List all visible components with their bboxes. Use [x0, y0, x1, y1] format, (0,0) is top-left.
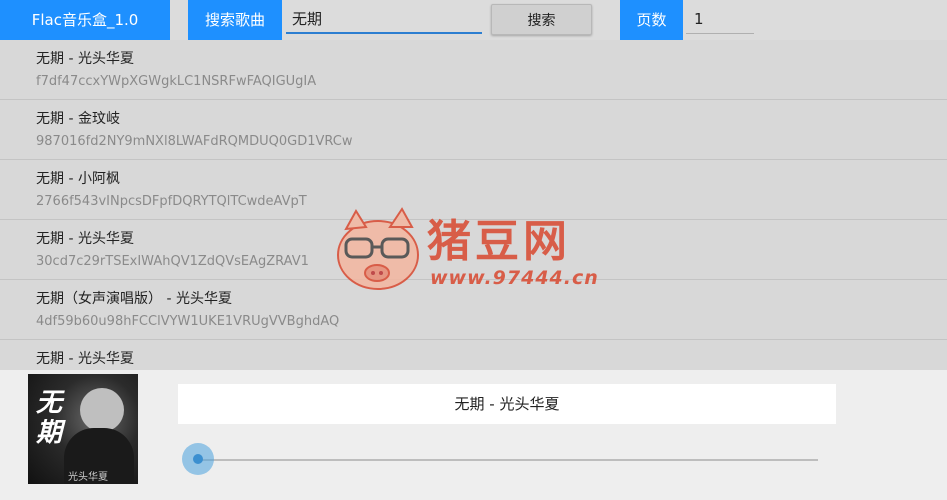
search-input[interactable] — [286, 4, 482, 34]
album-cover[interactable]: 无期 光头华夏 — [28, 374, 138, 484]
watermark-url: www.97444.cn — [430, 267, 599, 289]
app-title: Flac音乐盒_1.0 — [0, 0, 170, 40]
pig-mascot-icon — [337, 207, 419, 290]
watermark-logo: 猪豆网 www.97444.cn — [332, 205, 622, 301]
page-label: 页数 — [620, 0, 683, 40]
cover-title: 无期 — [36, 388, 63, 448]
top-bar: Flac音乐盒_1.0 搜索歌曲 搜索 页数 — [0, 0, 947, 40]
progress-track[interactable] — [198, 459, 818, 461]
song-id: 30cd7c29rTSExIWAhQV1ZdQVsEAgZRAV1 — [36, 254, 309, 269]
list-item[interactable]: 无期 - 光头华夏 f7df47ccxYWpXGWgkLC1NSRFwFAQIG… — [0, 40, 947, 100]
song-title: 无期 - 小阿枫 — [36, 171, 120, 187]
player-bar: 无期 光头华夏 无期 - 光头华夏 — [0, 370, 947, 500]
now-playing-title: 无期 - 光头华夏 — [178, 384, 836, 424]
list-item[interactable]: 无期 - 金玟岐 987016fd2NY9mNXl8LWAFdRQMDUQ0GD… — [0, 100, 947, 160]
page-input[interactable] — [686, 4, 754, 34]
search-label: 搜索歌曲 — [188, 0, 282, 40]
cover-artist: 光头华夏 — [68, 472, 108, 483]
search-button[interactable]: 搜索 — [491, 4, 592, 35]
song-title: 无期 - 光头华夏 — [36, 51, 134, 67]
song-title: 无期 - 光头华夏 — [36, 231, 134, 247]
song-id: 2766f543vINpcsDFpfDQRYTQlTCwdeAVpT — [36, 194, 307, 209]
song-title: 无期 - 金玟岐 — [36, 111, 120, 127]
progress-thumb[interactable] — [182, 443, 214, 475]
song-title: 无期（女声演唱版） - 光头华夏 — [36, 291, 232, 307]
list-item[interactable]: 无期 - 光头华夏 — [0, 340, 947, 370]
cover-artist-head — [80, 388, 124, 432]
song-id: 4df59b60u98hFCClVYW1UKE1VRUgVVBghdAQ — [36, 314, 340, 329]
song-title: 无期 - 光头华夏 — [36, 351, 134, 367]
watermark-brand: 猪豆网 — [427, 216, 571, 267]
song-id: f7df47ccxYWpXGWgkLC1NSRFwFAQIGUgIA — [36, 74, 317, 89]
song-id: 987016fd2NY9mNXl8LWAFdRQMDUQ0GD1VRCw — [36, 134, 353, 149]
